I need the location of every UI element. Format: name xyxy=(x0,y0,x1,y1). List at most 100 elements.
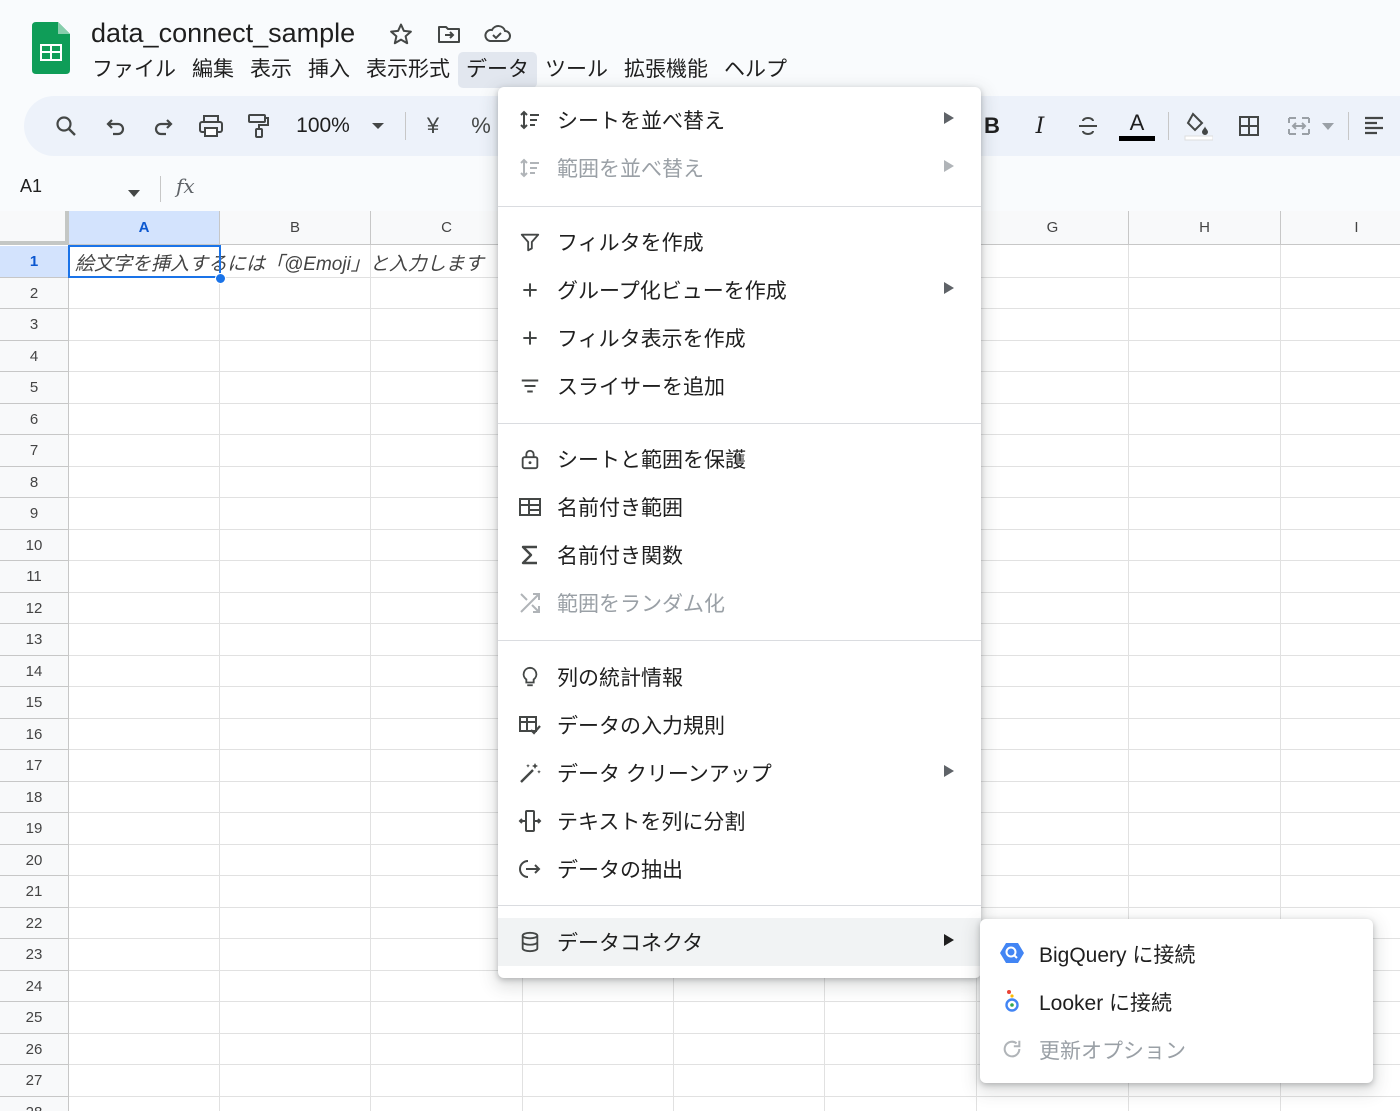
menu-format[interactable]: 表示形式 xyxy=(358,52,458,88)
row-header-2[interactable]: 2 xyxy=(0,277,69,309)
data-menu-item[interactable]: データの抽出 xyxy=(498,845,981,893)
text-color-button[interactable]: A xyxy=(1119,96,1155,156)
row-header-20[interactable]: 20 xyxy=(0,844,69,876)
data-menu-item[interactable]: テキストを列に分割 xyxy=(498,797,981,845)
row-header-14[interactable]: 14 xyxy=(0,655,69,687)
data-menu-item[interactable]: フィルタ表示を作成 xyxy=(498,314,981,362)
menu-help[interactable]: ヘルプ xyxy=(716,52,795,88)
data-connectors-submenu: BigQuery に接続 Looker に接続 更新オプション xyxy=(980,919,1373,1083)
data-menu-item[interactable]: 名前付き範囲 xyxy=(498,483,981,531)
connect-bigquery-item[interactable]: BigQuery に接続 xyxy=(980,929,1373,977)
data-menu-item[interactable]: グループ化ビューを作成 xyxy=(498,266,981,314)
row-header-7[interactable]: 7 xyxy=(0,435,69,467)
bold-button[interactable]: B xyxy=(979,96,1005,156)
magic-wand-icon xyxy=(518,761,542,785)
data-menu-item[interactable]: データ クリーンアップ xyxy=(498,749,981,797)
row-header-28[interactable]: 28 xyxy=(0,1096,69,1111)
row-header-24[interactable]: 24 xyxy=(0,970,69,1002)
zoom-dropdown-icon[interactable] xyxy=(368,96,388,156)
column-header-h[interactable]: H xyxy=(1129,211,1281,245)
row-header-11[interactable]: 11 xyxy=(0,561,69,593)
row-header-23[interactable]: 23 xyxy=(0,939,69,971)
row-header-16[interactable]: 16 xyxy=(0,718,69,750)
menu-view[interactable]: 表示 xyxy=(242,52,300,88)
menu-data[interactable]: データ xyxy=(458,52,537,88)
connect-looker-item[interactable]: Looker に接続 xyxy=(980,977,1373,1025)
menu-separator xyxy=(498,640,981,641)
shuffle-icon xyxy=(518,591,542,615)
cloud-saved-icon[interactable] xyxy=(483,22,511,46)
menu-edit[interactable]: 編集 xyxy=(184,52,242,88)
row-header-12[interactable]: 12 xyxy=(0,592,69,624)
column-header-a[interactable]: A xyxy=(69,211,220,245)
percent-format-button[interactable]: % xyxy=(470,96,492,156)
data-menu-item[interactable]: データの入力規則 xyxy=(498,701,981,749)
refresh-icon xyxy=(1000,1037,1024,1061)
data-menu-item[interactable]: 範囲を並べ替え xyxy=(498,144,981,192)
bigquery-icon xyxy=(1000,941,1024,965)
row-header-21[interactable]: 21 xyxy=(0,876,69,908)
column-header-g[interactable]: G xyxy=(977,211,1129,245)
row-header-15[interactable]: 15 xyxy=(0,687,69,719)
italic-button[interactable]: I xyxy=(1027,96,1053,156)
document-title[interactable]: data_connect_sample xyxy=(91,16,355,50)
name-box-dropdown-icon[interactable] xyxy=(128,184,140,202)
data-menu-item[interactable]: 名前付き関数 xyxy=(498,531,981,579)
data-menu-item-label: グループ化ビューを作成 xyxy=(557,280,787,303)
redo-icon[interactable] xyxy=(147,96,179,156)
borders-icon[interactable] xyxy=(1234,96,1264,156)
data-menu-item[interactable]: データコネクタ xyxy=(498,918,981,966)
horizontal-align-icon[interactable] xyxy=(1359,96,1389,156)
row-header-13[interactable]: 13 xyxy=(0,624,69,656)
column-header-i[interactable]: I xyxy=(1281,211,1400,245)
row-header-8[interactable]: 8 xyxy=(0,466,69,498)
row-header-3[interactable]: 3 xyxy=(0,309,69,341)
refresh-options-item[interactable]: 更新オプション xyxy=(980,1025,1373,1073)
menu-insert[interactable]: 挿入 xyxy=(300,52,358,88)
print-icon[interactable] xyxy=(195,96,227,156)
currency-format-button[interactable]: ¥ xyxy=(422,96,444,156)
row-header-22[interactable]: 22 xyxy=(0,907,69,939)
row-header-17[interactable]: 17 xyxy=(0,750,69,782)
zoom-value[interactable]: 100% xyxy=(292,96,354,156)
sheets-logo-icon[interactable] xyxy=(32,22,70,74)
fill-color-icon[interactable] xyxy=(1181,96,1215,156)
undo-icon[interactable] xyxy=(100,96,132,156)
row-header-5[interactable]: 5 xyxy=(0,372,69,404)
row-header-27[interactable]: 27 xyxy=(0,1065,69,1097)
search-menus-icon[interactable] xyxy=(50,96,82,156)
row-header-19[interactable]: 19 xyxy=(0,813,69,845)
row-header-9[interactable]: 9 xyxy=(0,498,69,530)
menu-separator xyxy=(498,423,981,424)
row-header-1[interactable]: 1 xyxy=(0,246,69,278)
name-box[interactable]: A1 xyxy=(20,176,42,197)
row-header-6[interactable]: 6 xyxy=(0,403,69,435)
data-menu-item[interactable]: 範囲をランダム化 xyxy=(498,579,981,627)
row-header-25[interactable]: 25 xyxy=(0,1002,69,1034)
row-header-4[interactable]: 4 xyxy=(0,340,69,372)
menu-file[interactable]: ファイル xyxy=(84,52,184,88)
row-header-18[interactable]: 18 xyxy=(0,781,69,813)
strikethrough-icon[interactable] xyxy=(1074,96,1102,156)
plus-icon xyxy=(518,278,542,302)
row-header-26[interactable]: 26 xyxy=(0,1033,69,1065)
menu-extensions[interactable]: 拡張機能 xyxy=(616,52,716,88)
data-menu-item[interactable]: シートを並べ替え xyxy=(498,96,981,144)
merge-cells-icon[interactable] xyxy=(1282,96,1316,156)
select-all-corner[interactable] xyxy=(0,211,69,245)
data-menu-item[interactable]: フィルタを作成 xyxy=(498,218,981,266)
fill-handle[interactable] xyxy=(215,273,226,284)
data-menu-item-label: 範囲を並べ替え xyxy=(557,158,704,181)
data-menu-item[interactable]: 列の統計情報 xyxy=(498,653,981,701)
data-menu-item-label: 名前付き関数 xyxy=(557,545,683,568)
data-menu-item[interactable]: シートと範囲を保護 xyxy=(498,435,981,483)
merge-dropdown-icon[interactable] xyxy=(1320,96,1336,156)
column-header-b[interactable]: B xyxy=(220,211,371,245)
menu-tools[interactable]: ツール xyxy=(537,52,616,88)
move-folder-icon[interactable] xyxy=(436,22,462,46)
star-icon[interactable] xyxy=(388,22,414,46)
plus-icon xyxy=(518,326,542,350)
paint-format-icon[interactable] xyxy=(242,96,274,156)
row-header-10[interactable]: 10 xyxy=(0,529,69,561)
data-menu-item[interactable]: スライサーを追加 xyxy=(498,362,981,410)
